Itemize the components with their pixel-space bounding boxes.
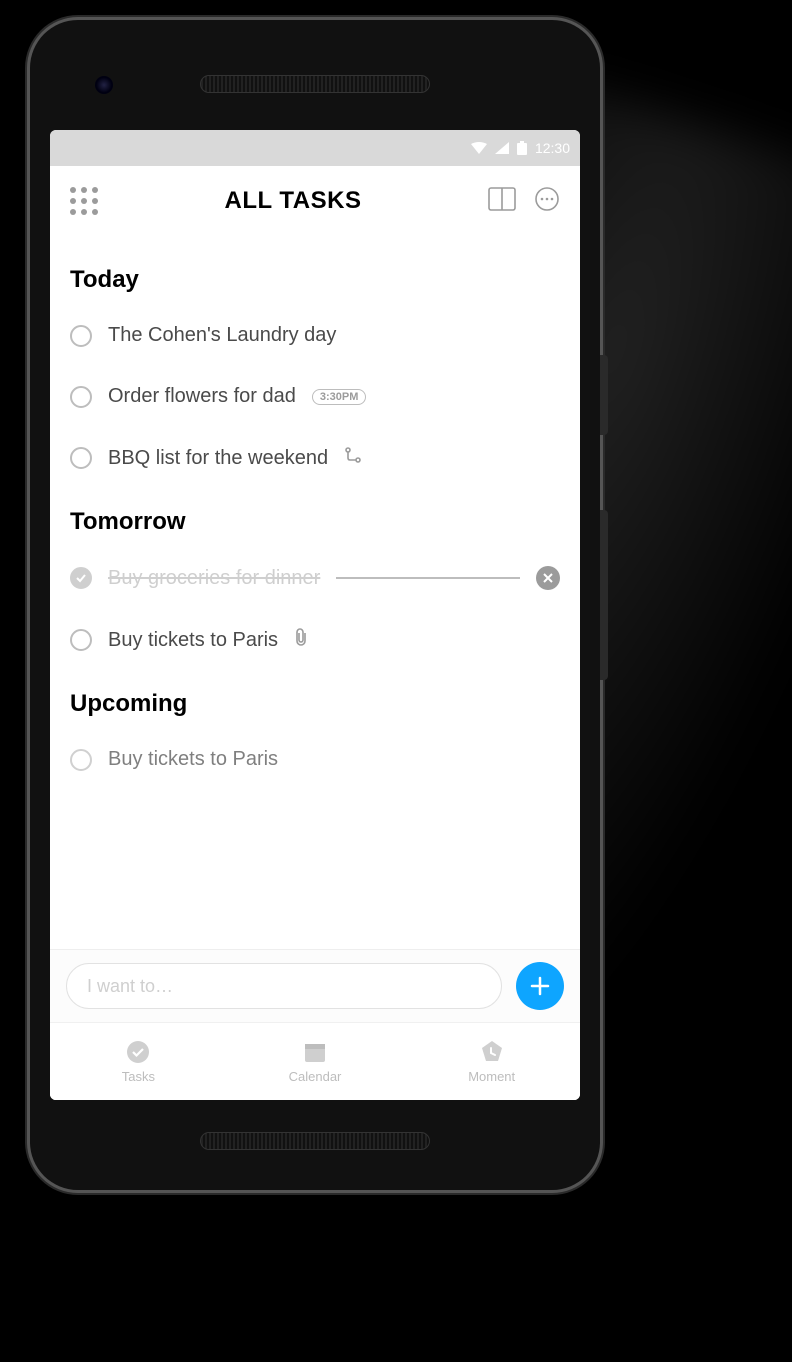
task-title: The Cohen's Laundry day bbox=[108, 324, 336, 347]
task-checkbox[interactable] bbox=[70, 386, 92, 408]
task-checkbox[interactable] bbox=[70, 629, 92, 651]
nav-calendar[interactable]: Calendar bbox=[227, 1023, 404, 1100]
section-title-today: Today bbox=[70, 266, 560, 294]
battery-icon bbox=[517, 141, 527, 155]
app-screen: 12:30 ALL TASKS Today The C bbox=[50, 130, 580, 1100]
phone-speaker-bottom bbox=[200, 1132, 430, 1150]
menu-grid-icon[interactable] bbox=[70, 187, 98, 215]
task-title: BBQ list for the weekend bbox=[108, 447, 328, 470]
bottom-nav: Tasks Calendar Moment bbox=[50, 1022, 580, 1100]
task-checkbox-checked[interactable] bbox=[70, 567, 92, 589]
task-row[interactable]: Buy tickets to Paris bbox=[70, 628, 560, 652]
calendar-icon bbox=[302, 1039, 328, 1065]
phone-frame: 12:30 ALL TASKS Today The C bbox=[30, 20, 600, 1190]
page-title: ALL TASKS bbox=[225, 187, 362, 215]
book-icon[interactable] bbox=[488, 187, 516, 216]
task-row-completed[interactable]: Buy groceries for dinner bbox=[70, 566, 560, 590]
section-title-upcoming: Upcoming bbox=[70, 690, 560, 718]
nav-label: Moment bbox=[468, 1069, 515, 1084]
tasks-icon bbox=[125, 1039, 151, 1065]
nav-label: Calendar bbox=[289, 1069, 342, 1084]
task-time-badge: 3:30PM bbox=[312, 389, 367, 405]
task-row[interactable]: Buy tickets to Paris bbox=[70, 748, 560, 771]
phone-side-button-2 bbox=[600, 510, 608, 680]
status-time: 12:30 bbox=[535, 140, 570, 156]
more-icon[interactable] bbox=[534, 186, 560, 217]
wifi-icon bbox=[471, 142, 487, 154]
attachment-icon bbox=[294, 628, 308, 652]
quick-add-bar: I want to… bbox=[50, 949, 580, 1022]
quick-add-placeholder: I want to… bbox=[87, 976, 173, 997]
task-title: Order flowers for dad bbox=[108, 385, 296, 408]
task-checkbox[interactable] bbox=[70, 447, 92, 469]
task-title: Buy tickets to Paris bbox=[108, 629, 278, 652]
subtasks-icon bbox=[344, 446, 362, 470]
task-row[interactable]: Order flowers for dad 3:30PM bbox=[70, 385, 560, 408]
status-bar: 12:30 bbox=[50, 130, 580, 166]
cell-signal-icon bbox=[495, 142, 509, 154]
phone-speaker-top bbox=[200, 75, 430, 93]
task-row[interactable]: BBQ list for the weekend bbox=[70, 446, 560, 470]
phone-side-button-1 bbox=[600, 355, 608, 435]
nav-tasks[interactable]: Tasks bbox=[50, 1023, 227, 1100]
nav-moment[interactable]: Moment bbox=[403, 1023, 580, 1100]
add-task-button[interactable] bbox=[516, 962, 564, 1010]
moment-icon bbox=[479, 1039, 505, 1065]
task-title: Buy tickets to Paris bbox=[108, 748, 278, 771]
plus-icon bbox=[528, 974, 552, 998]
task-checkbox[interactable] bbox=[70, 325, 92, 347]
nav-label: Tasks bbox=[122, 1069, 155, 1084]
task-row[interactable]: The Cohen's Laundry day bbox=[70, 324, 560, 347]
task-checkbox[interactable] bbox=[70, 749, 92, 771]
app-header: ALL TASKS bbox=[50, 166, 580, 236]
strike-line bbox=[336, 577, 520, 579]
dismiss-task-button[interactable] bbox=[536, 566, 560, 590]
section-title-tomorrow: Tomorrow bbox=[70, 508, 560, 536]
phone-camera bbox=[95, 76, 113, 94]
quick-add-input[interactable]: I want to… bbox=[66, 963, 502, 1009]
task-title: Buy groceries for dinner bbox=[108, 567, 320, 590]
